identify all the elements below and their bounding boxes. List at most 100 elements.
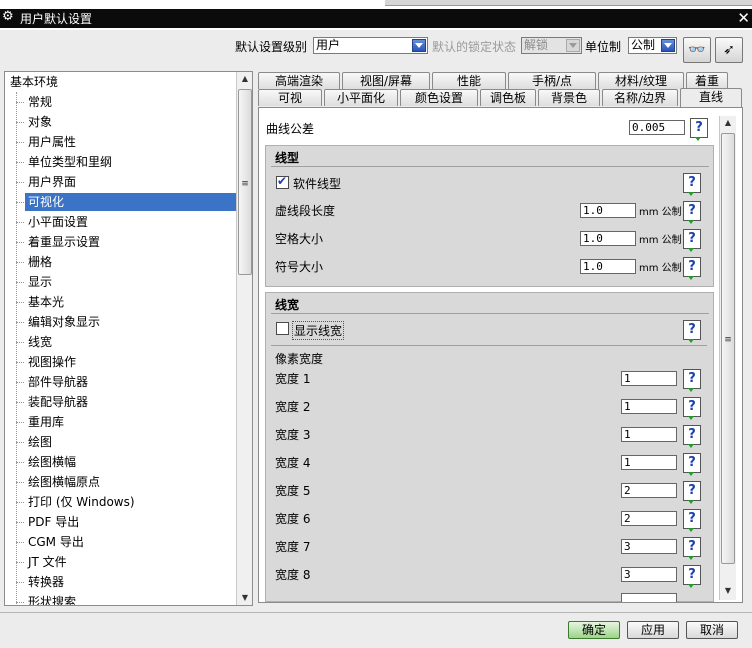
tab[interactable]: 材料/纹理	[598, 72, 684, 89]
scroll-up-icon[interactable]: ▲	[720, 118, 736, 127]
tab[interactable]: 手柄/点	[508, 72, 596, 89]
tree-item[interactable]: 常规	[25, 93, 55, 111]
width-row-input[interactable]: 3	[621, 539, 677, 554]
help-icon[interactable]: ?	[683, 173, 701, 196]
divider	[271, 313, 709, 314]
cancel-button[interactable]: 取消	[686, 621, 738, 639]
linetype-row-input[interactable]: 1.0	[580, 259, 636, 274]
tab[interactable]: 调色板	[480, 89, 536, 106]
width-row-input[interactable]: 1	[621, 399, 677, 414]
scroll-down-icon[interactable]: ▼	[720, 586, 736, 595]
tree-item[interactable]: 用户界面	[25, 173, 79, 191]
ok-button[interactable]: 确定	[568, 621, 620, 639]
tab[interactable]: 高端渲染	[258, 72, 340, 89]
tree-item[interactable]: 部件导航器	[25, 373, 91, 391]
help-icon[interactable]: ?	[683, 369, 701, 392]
unit-select[interactable]: 公制	[628, 37, 677, 54]
tab[interactable]: 小平面化	[324, 89, 398, 106]
panel-scrollbar[interactable]: ▲ ≡ ▼	[719, 116, 736, 600]
help-icon[interactable]: ?	[683, 397, 701, 420]
tree-connector	[16, 302, 24, 303]
tree-item[interactable]: 基本光	[25, 293, 67, 311]
chevron-down-icon[interactable]	[412, 39, 426, 52]
tree-item[interactable]: JT 文件	[25, 553, 70, 571]
tab[interactable]: 名称/边界	[602, 89, 678, 106]
tree-connector	[16, 222, 24, 223]
tree-item[interactable]: 重用库	[25, 413, 67, 431]
tree-item[interactable]: 编辑对象显示	[25, 313, 103, 331]
linetype-title: 线型	[275, 151, 300, 165]
gear-icon[interactable]: ⚙	[2, 9, 14, 24]
software-linetype-checkbox[interactable]	[276, 174, 289, 189]
lock-value: 解锁	[524, 38, 549, 52]
help-icon[interactable]: ?	[683, 229, 701, 252]
tree-item[interactable]: 对象	[25, 113, 55, 131]
width-row-input[interactable]: 1	[621, 371, 677, 386]
tree-item[interactable]: 显示	[25, 273, 55, 291]
help-icon[interactable]: ?	[683, 201, 701, 224]
tree-root[interactable]: 基本环境	[7, 73, 61, 91]
tree-item[interactable]: 装配导航器	[25, 393, 91, 411]
tree-item[interactable]: 单位类型和里纲	[25, 153, 115, 171]
help-icon[interactable]: ?	[683, 425, 701, 448]
tree-item[interactable]: 转换器	[25, 573, 67, 591]
manager-button[interactable]: ➶	[715, 37, 743, 63]
help-icon[interactable]: ?	[690, 118, 708, 141]
help-icon[interactable]: ?	[683, 537, 701, 560]
width-row-label: 宽度 8	[275, 568, 311, 582]
tab[interactable]: 性能	[432, 72, 506, 89]
tree-item[interactable]: 视图操作	[25, 353, 79, 371]
tab[interactable]: 直线	[680, 88, 742, 108]
level-select[interactable]: 用户	[313, 37, 428, 54]
tree-scrollbar[interactable]: ▲ ≡ ▼	[236, 72, 252, 605]
tree-item[interactable]: 形状搜索	[25, 593, 79, 605]
lock-select[interactable]: 解锁	[521, 37, 582, 54]
tree-item[interactable]: 可视化	[25, 193, 237, 211]
tab[interactable]: 背景色	[538, 89, 600, 106]
width-row-input[interactable]: 3	[621, 567, 677, 582]
help-icon[interactable]: ?	[683, 257, 701, 280]
width-9-input[interactable]	[621, 593, 677, 602]
tab[interactable]: 着重	[686, 72, 728, 89]
help-icon[interactable]: ?	[683, 509, 701, 532]
scroll-down-icon[interactable]: ▼	[237, 593, 252, 602]
width-row-label: 宽度 5	[275, 484, 311, 498]
tree-item[interactable]: 用户属性	[25, 133, 79, 151]
binoculars-button[interactable]: 👓	[683, 37, 711, 63]
curve-tolerance-input[interactable]: 0.005	[629, 120, 685, 135]
tree-item[interactable]: 绘图	[25, 433, 55, 451]
width-row-input[interactable]: 1	[621, 455, 677, 470]
width-row-input[interactable]: 1	[621, 427, 677, 442]
tree-item[interactable]: 小平面设置	[25, 213, 91, 231]
tab[interactable]: 可视	[258, 89, 322, 106]
tree-connector	[16, 462, 24, 463]
help-icon[interactable]: ?	[683, 320, 701, 343]
scroll-thumb[interactable]	[721, 133, 735, 564]
tree-item[interactable]: 线宽	[25, 333, 55, 351]
apply-button[interactable]: 应用	[627, 621, 679, 639]
help-icon[interactable]: ?	[683, 453, 701, 476]
linetype-row-label: 空格大小	[275, 232, 324, 246]
tree-item[interactable]: CGM 导出	[25, 533, 87, 551]
linetype-row-input[interactable]: 1.0	[580, 203, 636, 218]
tree-item[interactable]: 着重显示设置	[25, 233, 103, 251]
tab[interactable]: 视图/屏幕	[342, 72, 430, 89]
help-icon[interactable]: ?	[683, 565, 701, 588]
chevron-down-icon[interactable]	[566, 39, 580, 52]
show-linewidth-checkbox[interactable]	[276, 322, 289, 335]
unit-label: mm 公制	[639, 263, 682, 274]
width-row-input[interactable]: 2	[621, 511, 677, 526]
tree-item[interactable]: 栅格	[25, 253, 55, 271]
tree-item[interactable]: 绘图横幅原点	[25, 473, 103, 491]
tree-item[interactable]: 打印 (仅 Windows)	[25, 493, 138, 511]
chevron-down-icon[interactable]	[661, 39, 675, 52]
linetype-row-input[interactable]: 1.0	[580, 231, 636, 246]
tree-connector	[16, 602, 24, 603]
tree-item[interactable]: 绘图横幅	[25, 453, 79, 471]
tab[interactable]: 颜色设置	[400, 89, 478, 106]
tree-item[interactable]: PDF 导出	[25, 513, 82, 531]
width-row-input[interactable]: 2	[621, 483, 677, 498]
scroll-up-icon[interactable]: ▲	[237, 74, 252, 83]
help-icon[interactable]: ?	[683, 481, 701, 504]
close-icon[interactable]: ✕	[737, 9, 750, 27]
